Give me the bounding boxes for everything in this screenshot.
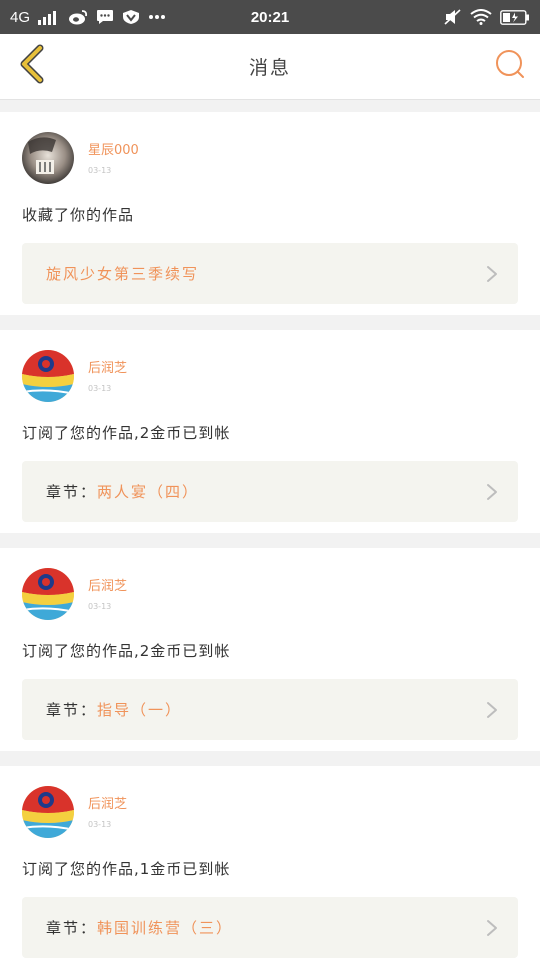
message-date: 03-13 bbox=[88, 820, 112, 829]
chapter-prefix: 章节： bbox=[46, 483, 98, 501]
chevron-right-icon bbox=[486, 483, 498, 501]
message-card: 后润芝 03-13 订阅了您的作品,2金币已到帐 章节： 指导（一） bbox=[0, 548, 540, 751]
status-bar: 4G 20:21 bbox=[0, 0, 540, 34]
message-date: 03-13 bbox=[88, 166, 112, 175]
message-date: 03-13 bbox=[88, 384, 112, 393]
message-text: 订阅了您的作品,2金币已到帐 bbox=[22, 642, 231, 660]
message-text: 收藏了你的作品 bbox=[22, 206, 135, 224]
message-card: 后润芝 03-13 订阅了您的作品,2金币已到帐 章节： 两人宴（四） bbox=[0, 330, 540, 533]
work-title: 两人宴（四） bbox=[97, 483, 200, 501]
chapter-prefix: 章节： bbox=[46, 701, 98, 719]
chevron-right-icon bbox=[486, 701, 498, 719]
message-text: 订阅了您的作品,1金币已到帐 bbox=[22, 860, 231, 878]
work-link[interactable]: 章节： 指导（一） bbox=[22, 679, 518, 740]
user-name[interactable]: 后润芝 bbox=[88, 357, 127, 376]
chapter-prefix: 章节： bbox=[46, 919, 98, 937]
back-button[interactable] bbox=[10, 44, 54, 88]
user-name[interactable]: 后润芝 bbox=[88, 793, 127, 812]
network-label: 4G bbox=[10, 8, 31, 26]
search-icon bbox=[495, 49, 525, 83]
vpn-icon bbox=[122, 9, 140, 25]
work-title: 指导（一） bbox=[97, 701, 183, 719]
battery-icon bbox=[500, 9, 530, 25]
work-title: 旋风少女第三季续写 bbox=[46, 265, 200, 283]
message-date: 03-13 bbox=[88, 602, 112, 611]
message-card: 星辰000 03-13 收藏了你的作品 旋风少女第三季续写 bbox=[0, 112, 540, 315]
avatar[interactable] bbox=[22, 568, 74, 620]
avatar[interactable] bbox=[22, 350, 74, 402]
user-name[interactable]: 星辰000 bbox=[88, 139, 139, 158]
app-header: 消息 bbox=[0, 34, 540, 100]
avatar[interactable] bbox=[22, 786, 74, 838]
wifi-icon bbox=[470, 9, 492, 25]
chevron-left-icon bbox=[18, 44, 46, 88]
chevron-right-icon bbox=[486, 919, 498, 937]
page-title: 消息 bbox=[248, 57, 291, 79]
work-link[interactable]: 章节： 韩国训练营（三） bbox=[22, 897, 518, 958]
mute-icon bbox=[444, 9, 462, 25]
search-button[interactable] bbox=[490, 46, 530, 86]
message-card: 后润芝 03-13 订阅了您的作品,1金币已到帐 章节： 韩国训练营（三） bbox=[0, 766, 540, 960]
chevron-right-icon bbox=[486, 265, 498, 283]
signal-icon bbox=[38, 9, 60, 25]
work-link[interactable]: 章节： 两人宴（四） bbox=[22, 461, 518, 522]
avatar[interactable] bbox=[22, 132, 74, 184]
work-title: 韩国训练营（三） bbox=[97, 919, 234, 937]
more-dots-icon bbox=[148, 14, 166, 20]
chat-icon bbox=[96, 9, 114, 25]
work-link[interactable]: 旋风少女第三季续写 bbox=[22, 243, 518, 304]
weibo-icon bbox=[68, 9, 88, 25]
message-text: 订阅了您的作品,2金币已到帐 bbox=[22, 424, 231, 442]
message-list: 星辰000 03-13 收藏了你的作品 旋风少女第三季续写 后润芝 03-13 … bbox=[0, 100, 540, 960]
user-name[interactable]: 后润芝 bbox=[88, 575, 127, 594]
